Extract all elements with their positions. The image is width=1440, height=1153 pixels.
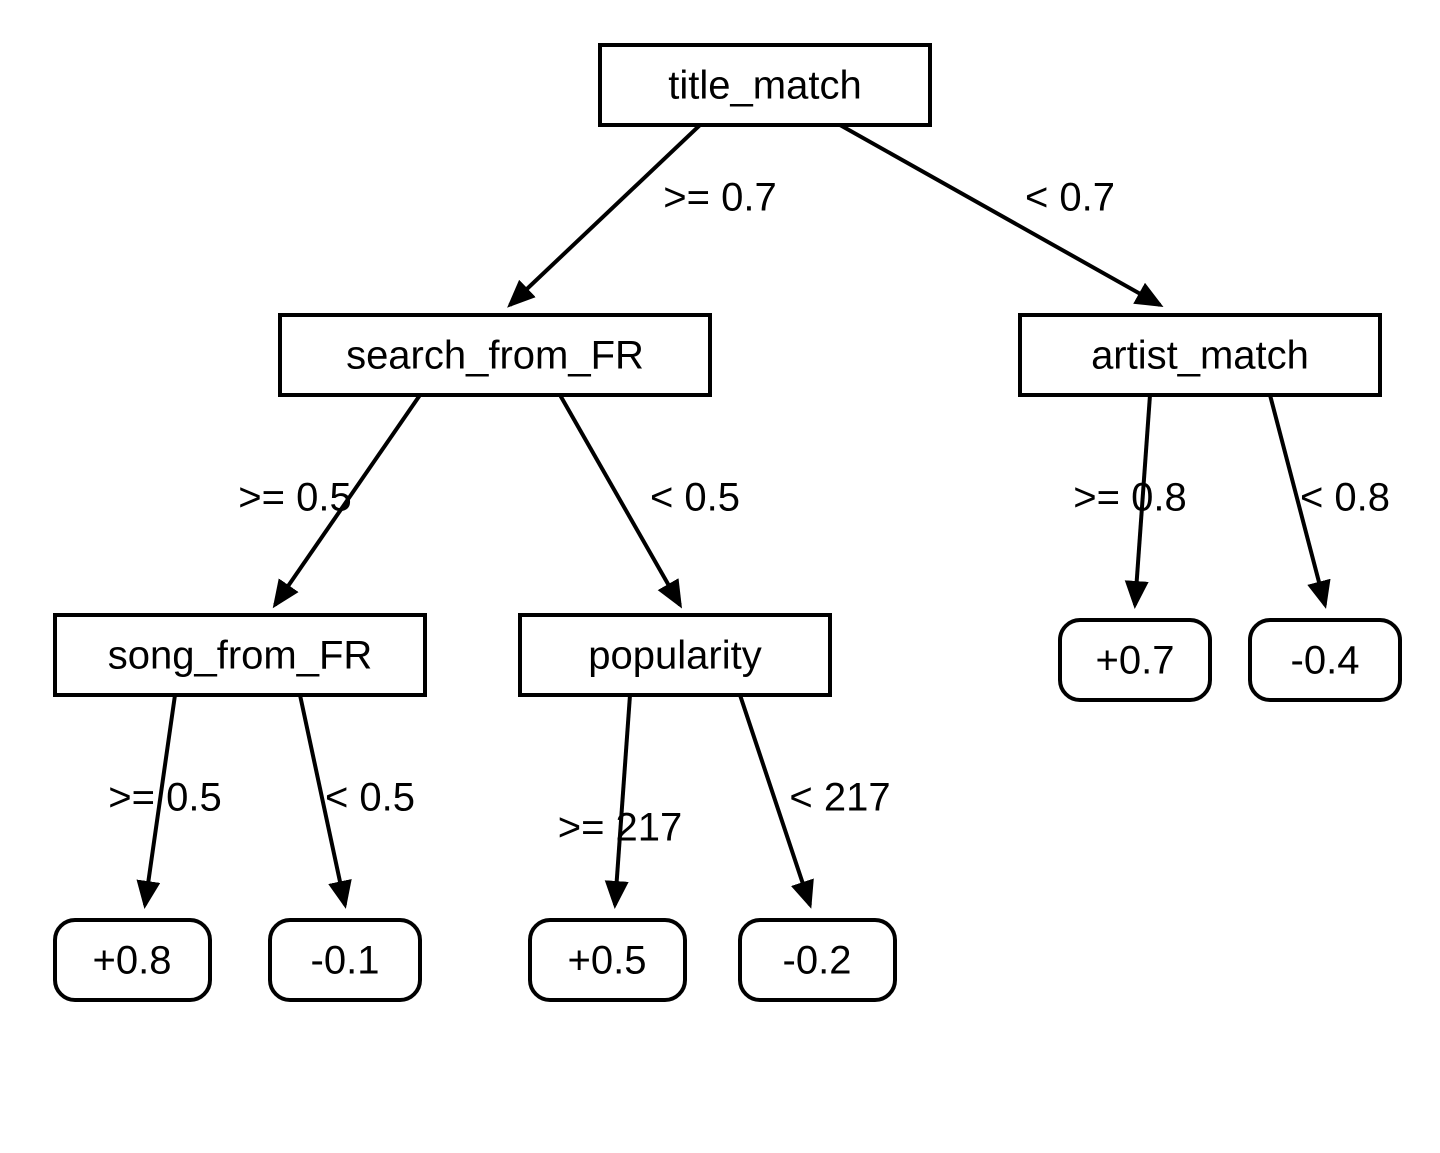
node-title-match-label: title_match: [668, 64, 861, 108]
leaf-artist-left-value: +0.7: [1096, 639, 1175, 683]
leaf-song-right-value: -0.1: [311, 939, 380, 983]
edge-root-right-label: < 0.7: [1025, 176, 1115, 220]
leaf-song-left-value: +0.8: [93, 939, 172, 983]
edge-pop-left: [615, 695, 630, 905]
edge-pop-right-label: < 217: [789, 776, 890, 820]
edge-artist-left-label: >= 0.8: [1073, 476, 1186, 520]
leaf-artist-left: +0.7: [1060, 620, 1210, 700]
edge-search-left-label: >= 0.5: [238, 476, 351, 520]
node-popularity-label: popularity: [588, 634, 761, 678]
node-artist-match: artist_match: [1020, 315, 1380, 395]
node-search-from-fr: search_from_FR: [280, 315, 710, 395]
leaf-artist-right-value: -0.4: [1291, 639, 1360, 683]
node-song-from-fr: song_from_FR: [55, 615, 425, 695]
leaf-song-left: +0.8: [55, 920, 210, 1000]
edge-artist-right-label: < 0.8: [1300, 476, 1390, 520]
node-artist-match-label: artist_match: [1091, 334, 1309, 378]
node-title-match: title_match: [600, 45, 930, 125]
edge-pop-left-label: >= 217: [558, 806, 683, 850]
node-popularity: popularity: [520, 615, 830, 695]
node-search-from-fr-label: search_from_FR: [346, 334, 644, 378]
leaf-artist-right: -0.4: [1250, 620, 1400, 700]
leaf-pop-left-value: +0.5: [568, 939, 647, 983]
edge-song-right-label: < 0.5: [325, 776, 415, 820]
edge-search-right-label: < 0.5: [650, 476, 740, 520]
leaf-pop-right-value: -0.2: [783, 939, 852, 983]
leaf-song-right: -0.1: [270, 920, 420, 1000]
leaf-pop-left: +0.5: [530, 920, 685, 1000]
node-song-from-fr-label: song_from_FR: [108, 634, 373, 678]
edge-song-left-label: >= 0.5: [108, 776, 221, 820]
edge-root-left-label: >= 0.7: [663, 176, 776, 220]
leaf-pop-right: -0.2: [740, 920, 895, 1000]
